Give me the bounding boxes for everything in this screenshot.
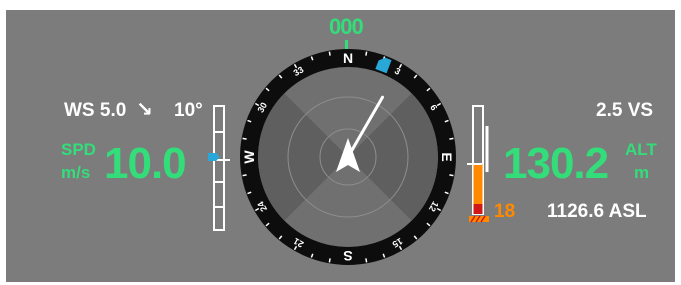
ground-hazard-icon (469, 215, 489, 223)
hud-panel: 000 WS 5.0 ↘ 10° SPD m/s 10.0 NESW3 6 12… (6, 10, 675, 282)
wind-speed-label: WS 5.0 (64, 100, 127, 121)
compass-label-n: N (343, 50, 353, 66)
compass-label-s: S (343, 248, 352, 264)
arrow-down-right-icon: ↘ (136, 99, 153, 121)
altitude-tape (467, 105, 489, 223)
speed-units: m/s (61, 163, 91, 182)
asl-readout: 1126.6 ASL (547, 201, 647, 222)
speed-tape-frame (213, 105, 225, 231)
vertical-speed-readout: 2.5 VS (596, 100, 654, 121)
compass-label-e: E (439, 152, 455, 161)
speed-value: 10.0 (104, 139, 187, 188)
speed-label: SPD (61, 140, 96, 159)
altitude-value: 130.2 (503, 139, 609, 188)
compass-tick (365, 51, 368, 56)
flight-hud-screen: 000 WS 5.0 ↘ 10° SPD m/s 10.0 NESW3 6 12… (0, 0, 681, 285)
compass-tick (449, 174, 454, 177)
compass-tick (449, 137, 454, 140)
speed-tape (208, 105, 230, 231)
altitude-units: m (634, 163, 650, 182)
heading-readout: 000 (329, 14, 364, 39)
altitude-danger-band (473, 204, 483, 214)
wind-direction-label: 10° (174, 100, 203, 121)
altitude-warning-band (473, 164, 483, 206)
agl-warning-value: 18 (494, 201, 516, 222)
compass-tick (328, 258, 331, 263)
altitude-label: ALT (625, 140, 657, 159)
compass-tick (242, 174, 247, 177)
compass-tick (365, 258, 368, 263)
compass-tick (328, 51, 331, 56)
compass-rose: NESW36121521243033 (240, 49, 456, 265)
compass-label-w: W (241, 150, 257, 164)
compass-tick (242, 137, 247, 140)
